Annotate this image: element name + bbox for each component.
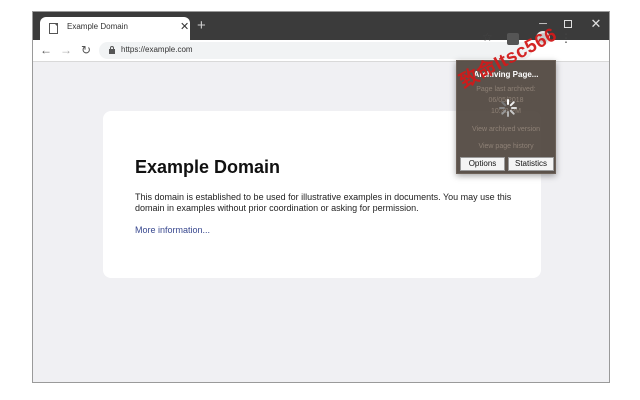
- loading-spinner-icon: [499, 99, 517, 117]
- tab-example-domain[interactable]: Example Domain ✕: [40, 17, 190, 40]
- reload-icon[interactable]: ↻: [81, 42, 91, 58]
- url-text[interactable]: https://example.com: [121, 45, 193, 54]
- lock-icon[interactable]: [109, 46, 115, 54]
- close-tab-icon[interactable]: ✕: [180, 20, 189, 34]
- address-bar[interactable]: https://example.com: [99, 42, 532, 59]
- page-description: This domain is established to be used fo…: [135, 192, 512, 213]
- view-archived-version-link[interactable]: View archived version: [457, 126, 555, 133]
- page-icon: [49, 23, 58, 34]
- page-title: Example Domain: [135, 157, 281, 177]
- tab-title: Example Domain: [67, 22, 128, 31]
- maximize-icon: [564, 20, 572, 29]
- more-information-link[interactable]: More information...: [135, 225, 210, 235]
- forward-arrow-icon[interactable]: →: [60, 42, 72, 58]
- new-tab-icon[interactable]: +: [197, 17, 206, 35]
- statistics-button[interactable]: Statistics: [508, 157, 554, 171]
- bookmark-star-icon[interactable]: ☆: [482, 30, 493, 44]
- back-arrow-icon[interactable]: ←: [40, 42, 52, 58]
- close-window-button[interactable]: ✕: [585, 15, 607, 33]
- options-button[interactable]: Options: [460, 157, 505, 171]
- menu-kebab-icon[interactable]: ⋮: [560, 30, 572, 46]
- view-page-history-link[interactable]: View page history: [457, 143, 555, 150]
